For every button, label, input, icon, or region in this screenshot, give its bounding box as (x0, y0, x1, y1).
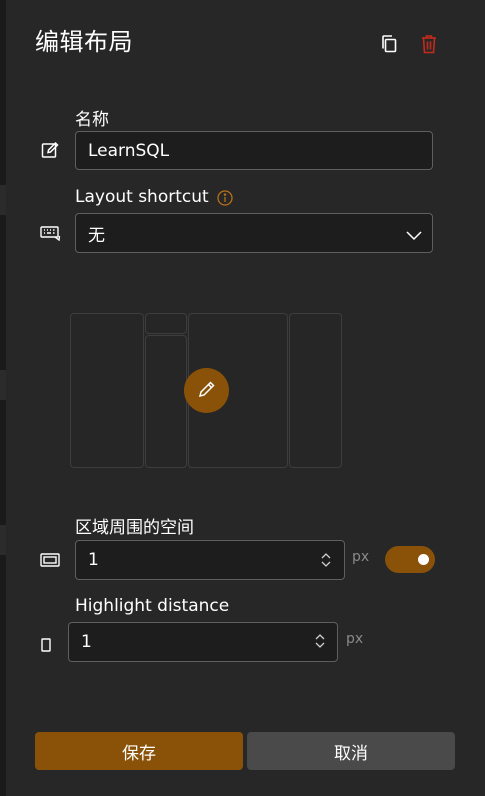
layout-zone (289, 313, 342, 468)
info-icon[interactable] (216, 189, 234, 207)
cancel-button[interactable]: 取消 (247, 732, 455, 770)
save-button[interactable]: 保存 (35, 732, 243, 770)
edit-layout-dialog: 编辑布局 名称 Layout shortcut (6, 0, 485, 796)
space-around-zones-label: 区域周围的空间 (75, 518, 194, 538)
spinner-icon[interactable] (314, 631, 326, 651)
copy-icon[interactable] (378, 33, 400, 55)
layout-zone (70, 313, 144, 468)
layout-shortcut-dropdown[interactable]: 无 (75, 213, 433, 253)
highlight-distance-label: Highlight distance (75, 596, 230, 616)
highlight-unit: px (346, 631, 364, 647)
spinner-icon[interactable] (320, 550, 332, 570)
spacing-icon (39, 549, 61, 571)
keyboard-icon (39, 222, 61, 244)
edit-layout-button[interactable] (184, 368, 229, 413)
layout-name-input[interactable] (75, 131, 433, 170)
space-unit: px (352, 549, 370, 565)
layout-zone (145, 313, 187, 334)
space-around-zones-input[interactable] (75, 540, 345, 580)
dialog-title: 编辑布局 (35, 28, 133, 56)
space-around-zones-toggle[interactable] (385, 546, 435, 573)
rename-icon (39, 139, 61, 161)
highlight-distance-icon (35, 634, 57, 656)
chevron-down-icon (406, 226, 422, 246)
toggle-knob (418, 554, 429, 565)
layout-shortcut-label: Layout shortcut (75, 187, 209, 207)
layout-shortcut-value: 无 (88, 225, 105, 246)
layout-zone (145, 335, 187, 468)
pencil-icon (198, 380, 216, 402)
name-label: 名称 (75, 110, 109, 130)
trash-icon[interactable] (418, 33, 440, 55)
highlight-distance-input[interactable] (68, 622, 338, 662)
